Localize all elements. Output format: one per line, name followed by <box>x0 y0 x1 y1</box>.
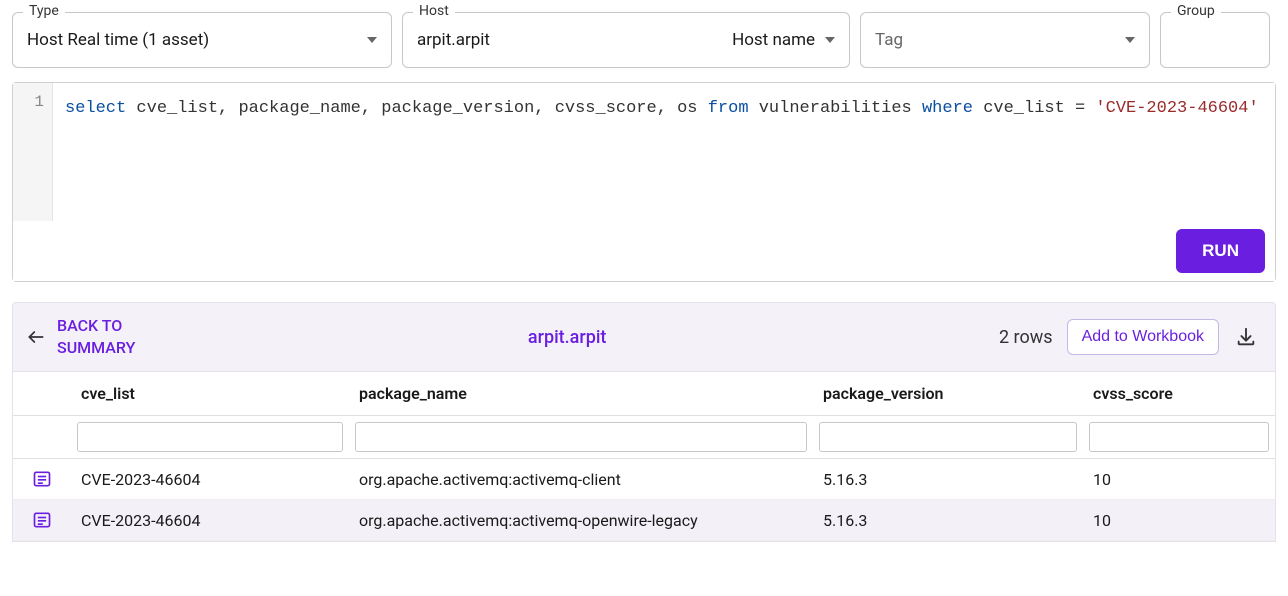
expand-row-icon[interactable] <box>23 510 61 530</box>
cell-cvss-score: 10 <box>1083 500 1275 541</box>
editor-gutter: 1 <box>13 83 53 221</box>
caret-down-icon <box>367 37 377 43</box>
run-button[interactable]: RUN <box>1176 229 1265 273</box>
caret-down-icon <box>825 37 835 43</box>
line-number: 1 <box>13 93 44 111</box>
cell-cve-list: CVE-2023-46604 <box>71 459 349 500</box>
results-table: cve_list package_name package_version cv… <box>13 372 1275 541</box>
group-legend: Group <box>1171 3 1221 19</box>
col-cvss-score[interactable]: cvss_score <box>1083 372 1275 416</box>
table-row: CVE-2023-46604 org.apache.activemq:activ… <box>13 500 1275 541</box>
back-to-summary[interactable]: BACK TO SUMMARY <box>25 315 135 358</box>
add-to-workbook-button[interactable]: Add to Workbook <box>1067 319 1219 355</box>
host-legend: Host <box>413 3 455 19</box>
download-button[interactable] <box>1229 320 1263 354</box>
rows-count: 2 rows <box>999 327 1053 348</box>
filter-cvss-score[interactable] <box>1089 422 1269 452</box>
type-select[interactable]: Type Host Real time (1 asset) <box>12 12 392 68</box>
type-value: Host Real time (1 asset) <box>27 30 209 50</box>
col-package-name[interactable]: package_name <box>349 372 813 416</box>
cell-package-version: 5.16.3 <box>813 459 1083 500</box>
filters-bar: Type Host Real time (1 asset) Host arpit… <box>0 0 1288 68</box>
cell-package-name: org.apache.activemq:activemq-client <box>349 459 813 500</box>
cell-package-version: 5.16.3 <box>813 500 1083 541</box>
caret-down-icon <box>1125 37 1135 43</box>
host-field: Host arpit.arpit Host name <box>402 12 850 68</box>
cell-cve-list: CVE-2023-46604 <box>71 500 349 541</box>
filter-cve-list[interactable] <box>77 422 343 452</box>
col-cve-list[interactable]: cve_list <box>71 372 349 416</box>
filter-package-version[interactable] <box>819 422 1077 452</box>
table-filter-row <box>13 416 1275 459</box>
query-editor: 1 select cve_list, package_name, package… <box>12 82 1276 282</box>
group-select[interactable]: Group <box>1160 12 1270 68</box>
cell-package-name: org.apache.activemq:activemq-openwire-le… <box>349 500 813 541</box>
host-subselect[interactable]: Host name <box>718 30 849 50</box>
filter-package-name[interactable] <box>355 422 807 452</box>
results-identity: arpit.arpit <box>135 327 999 348</box>
expand-row-icon[interactable] <box>23 469 61 489</box>
host-value[interactable]: arpit.arpit <box>403 30 718 50</box>
table-header-row: cve_list package_name package_version cv… <box>13 372 1275 416</box>
arrow-left-icon <box>25 326 47 348</box>
cell-cvss-score: 10 <box>1083 459 1275 500</box>
table-row: CVE-2023-46604 org.apache.activemq:activ… <box>13 459 1275 500</box>
tag-placeholder: Tag <box>875 30 903 50</box>
type-legend: Type <box>23 3 65 19</box>
results-header: BACK TO SUMMARY arpit.arpit 2 rows Add t… <box>12 302 1276 372</box>
host-subselect-value: Host name <box>732 30 815 50</box>
tag-select[interactable]: Tag <box>860 12 1150 68</box>
col-package-version[interactable]: package_version <box>813 372 1083 416</box>
back-text: BACK TO SUMMARY <box>57 315 135 358</box>
results-table-wrap: cve_list package_name package_version cv… <box>12 372 1276 542</box>
query-code[interactable]: select cve_list, package_name, package_v… <box>53 83 1275 221</box>
